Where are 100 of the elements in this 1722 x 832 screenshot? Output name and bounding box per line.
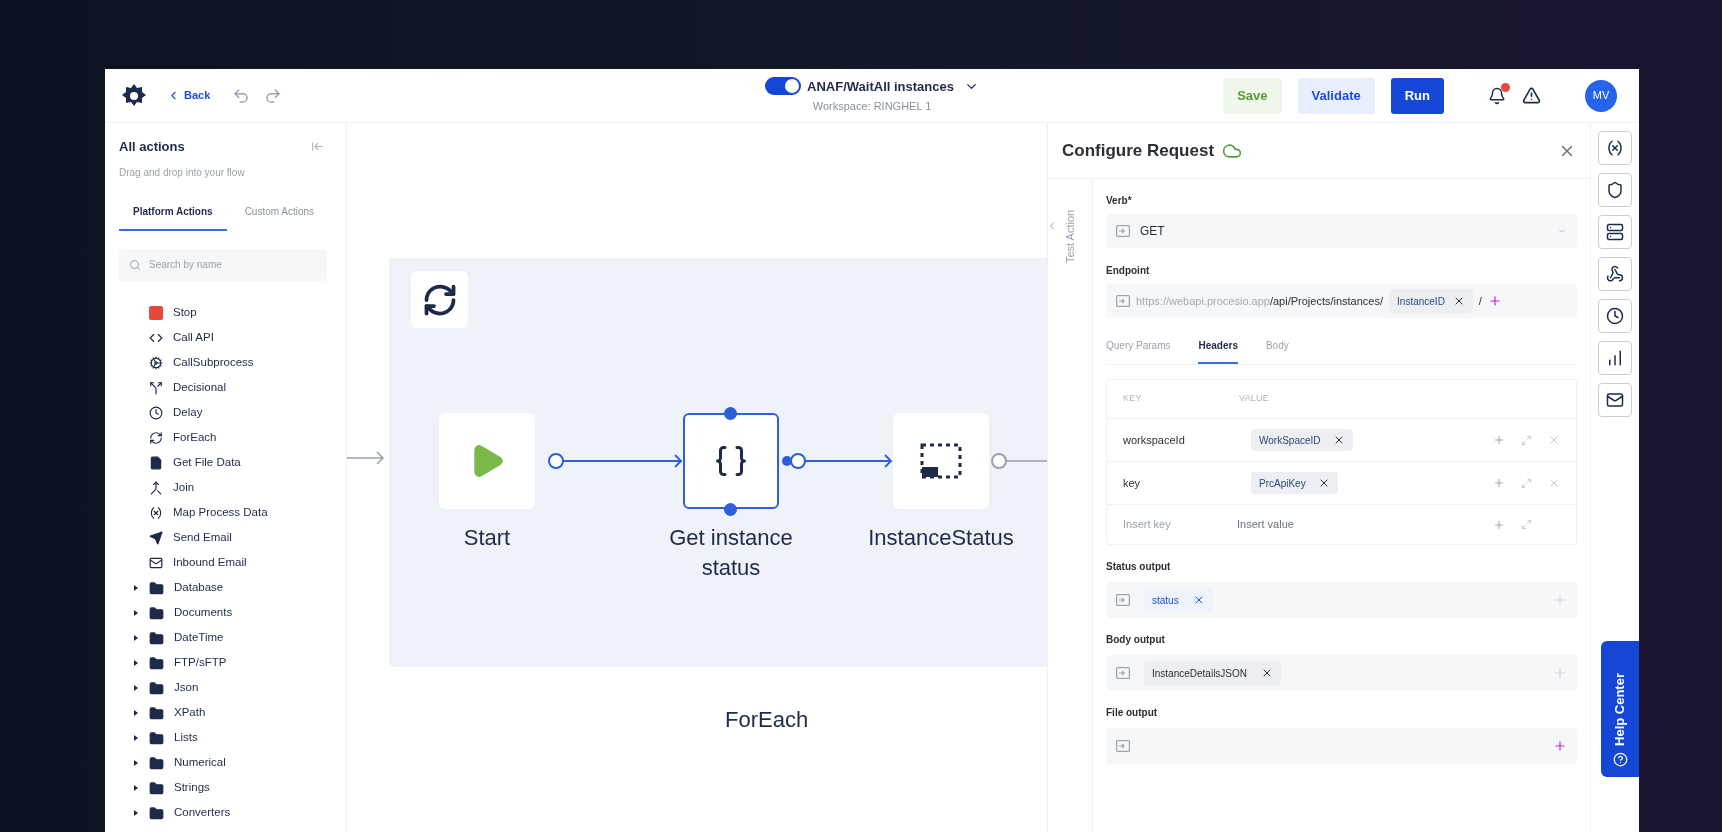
- folder-icon: [149, 705, 164, 721]
- user-avatar[interactable]: MV: [1585, 79, 1617, 112]
- output-field[interactable]: InstanceDetailsJSON: [1106, 655, 1577, 691]
- help-center-tab[interactable]: Help Center: [1601, 641, 1639, 777]
- field-label: File output: [1106, 706, 1159, 720]
- folder-item[interactable]: DateTime: [119, 625, 332, 651]
- output-field[interactable]: status: [1106, 582, 1577, 618]
- add-icon[interactable]: [1553, 739, 1567, 753]
- validate-button[interactable]: Validate: [1297, 77, 1375, 114]
- variable-icon: [149, 506, 163, 520]
- folder-icon: [149, 605, 164, 621]
- action-item[interactable]: Get File Data: [119, 450, 332, 476]
- clock-icon[interactable]: [1598, 299, 1632, 333]
- mail-icon: [149, 556, 163, 570]
- endpoint-field[interactable]: https://webapi.procesio.app/api/Projects/instances/ InstanceID /: [1106, 284, 1577, 318]
- field-label: Status output: [1106, 560, 1172, 574]
- search-field[interactable]: Search by name: [119, 248, 327, 281]
- send-icon: [149, 531, 163, 545]
- variable-icon[interactable]: [1598, 131, 1632, 165]
- column-header: KEY: [1123, 392, 1143, 406]
- folder-item[interactable]: Strings: [119, 775, 332, 801]
- action-item[interactable]: Send Email: [119, 525, 332, 551]
- folder-icon: [149, 805, 164, 821]
- verb-select[interactable]: GET: [1106, 214, 1577, 248]
- merge-icon: [149, 481, 163, 495]
- action-item[interactable]: CallSubprocess: [119, 350, 332, 376]
- folder-icon: [149, 730, 164, 746]
- field-icon: [1116, 295, 1130, 307]
- flow-node[interactable]: [893, 413, 989, 509]
- connector-line: [991, 453, 1047, 469]
- variable-tag: WorkSpaceID: [1251, 429, 1353, 451]
- folder-item[interactable]: Json: [119, 675, 332, 701]
- code-icon: [149, 331, 163, 345]
- variable-tag: InstanceID: [1389, 289, 1473, 313]
- loop-icon: [149, 431, 163, 445]
- field-icon: [1116, 594, 1130, 606]
- action-item[interactable]: Join: [119, 475, 332, 501]
- workspace-label: Workspace: RINGHEL 1: [812, 99, 932, 114]
- server-icon[interactable]: [1598, 215, 1632, 249]
- undo-icon[interactable]: [232, 86, 251, 105]
- folder-icon: [149, 755, 164, 771]
- mail-icon[interactable]: [1598, 383, 1632, 417]
- gear-icon: [149, 356, 163, 370]
- action-item[interactable]: Inbound Email: [119, 550, 332, 576]
- panel-tab[interactable]: Platform Actions: [119, 203, 227, 231]
- file-icon: [149, 456, 163, 470]
- panel-subtitle: Drag and drop into your flow: [119, 165, 246, 180]
- help-icon: [1612, 752, 1628, 767]
- placeholder-icon: [920, 443, 962, 479]
- back-button[interactable]: Back: [167, 87, 211, 104]
- folder-item[interactable]: Numerical: [119, 750, 332, 776]
- foreach-container[interactable]: Start Get instance status InstanceStatus: [389, 258, 1047, 667]
- folder-item[interactable]: XPath: [119, 700, 332, 726]
- field-label: Endpoint: [1106, 264, 1151, 278]
- key-input[interactable]: Insert key: [1123, 516, 1233, 533]
- webhook-icon[interactable]: [1598, 257, 1632, 291]
- action-item[interactable]: Call API: [119, 325, 332, 351]
- variable-tag: status: [1144, 588, 1213, 612]
- folder-item[interactable]: Documents: [119, 600, 332, 626]
- transform-icon: [713, 443, 749, 479]
- warning-icon[interactable]: [1522, 86, 1541, 105]
- folder-item[interactable]: FTP/sFTP: [119, 650, 332, 676]
- column-header: VALUE: [1239, 392, 1269, 406]
- folder-item[interactable]: Database: [119, 575, 332, 601]
- shield-icon[interactable]: [1598, 173, 1632, 207]
- folder-item[interactable]: Lists: [119, 725, 332, 751]
- panel-title: Configure Request: [1062, 139, 1215, 162]
- variable-tag: InstanceDetailsJSON: [1144, 661, 1282, 685]
- output-field[interactable]: [1106, 728, 1577, 764]
- header-key[interactable]: key: [1123, 474, 1251, 492]
- flow-title: ANAF/WaitAll instances: [807, 77, 954, 96]
- flow-node[interactable]: [683, 413, 779, 509]
- flow-node[interactable]: [439, 413, 535, 509]
- action-item[interactable]: Map Process Data: [119, 500, 332, 526]
- field-icon: [1116, 667, 1130, 679]
- action-item[interactable]: Stop: [119, 300, 332, 326]
- stop-icon: [149, 306, 163, 320]
- toggle-switch[interactable]: [765, 77, 802, 96]
- chevron-down-icon: [1557, 226, 1567, 236]
- folder-item[interactable]: Converters: [119, 800, 332, 826]
- redo-icon[interactable]: [264, 86, 283, 105]
- header-key[interactable]: workspaceId: [1123, 431, 1251, 449]
- field-icon: [1116, 740, 1130, 752]
- search-icon: [129, 258, 141, 271]
- variable-tag: PrcApiKey: [1251, 472, 1338, 494]
- folder-icon: [149, 680, 164, 696]
- folder-icon: [149, 655, 164, 671]
- field-label: Verb*: [1106, 194, 1133, 208]
- chart-icon[interactable]: [1598, 341, 1632, 375]
- field-label: Body output: [1106, 633, 1166, 647]
- action-item[interactable]: Delay: [119, 400, 332, 426]
- action-item[interactable]: ForEach: [119, 425, 332, 451]
- container-label: ForEach: [725, 706, 809, 734]
- clock-icon: [149, 406, 163, 420]
- request-tab[interactable]: Headers: [1198, 338, 1238, 364]
- value-input[interactable]: Insert value: [1237, 516, 1387, 533]
- field-icon: [1116, 225, 1130, 237]
- node-label: Start: [462, 524, 512, 552]
- run-button[interactable]: Run: [1390, 77, 1444, 114]
- action-item[interactable]: Decisional: [119, 375, 332, 401]
